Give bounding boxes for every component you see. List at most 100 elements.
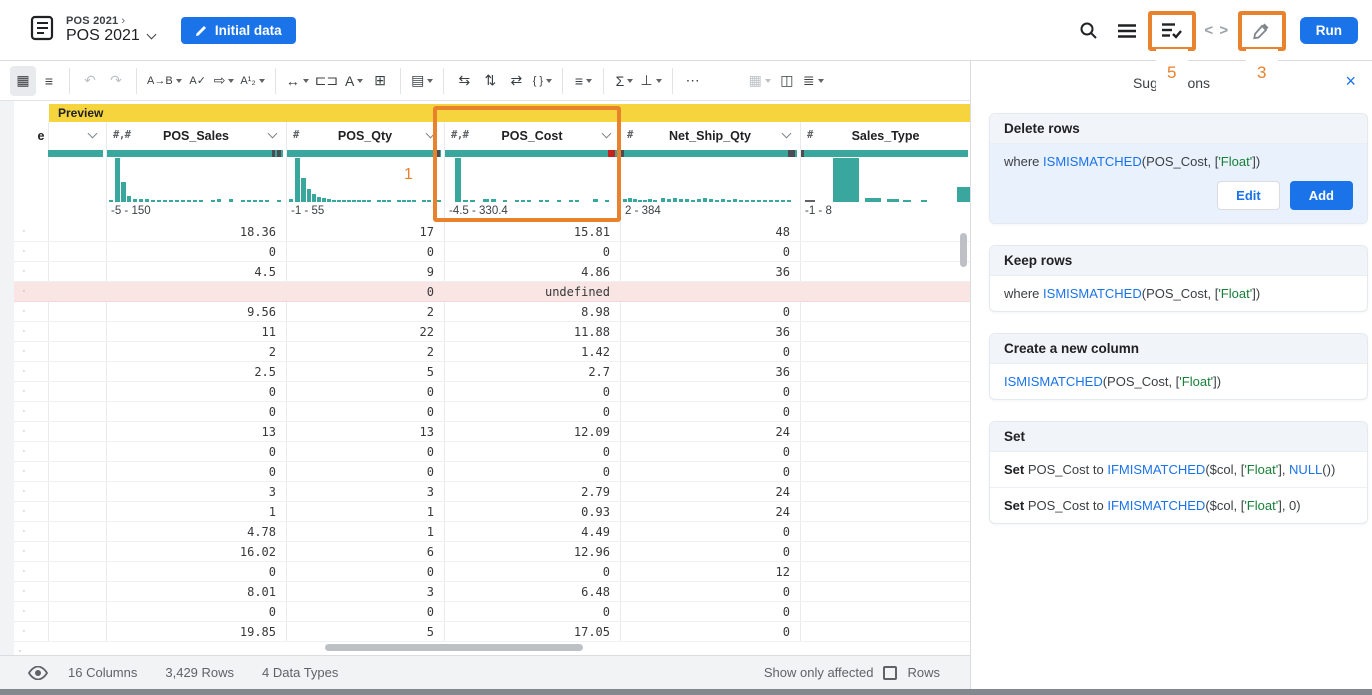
- column-header[interactable]: POS_Sales: [107, 122, 285, 150]
- table-cell[interactable]: 0: [287, 602, 443, 622]
- table-cell[interactable]: 22: [287, 322, 443, 342]
- histogram-bar[interactable]: [727, 200, 731, 202]
- column-histogram[interactable]: [445, 158, 619, 202]
- table-cell[interactable]: 8.98: [445, 302, 619, 322]
- suggestion-option[interactable]: where ISMISMATCHED(POS_Cost, ['Float']): [990, 276, 1367, 311]
- histogram-bar[interactable]: [247, 200, 251, 202]
- histogram-bar[interactable]: [367, 200, 371, 202]
- column-header[interactable]: Net_Ship_Qty: [621, 122, 799, 150]
- histogram-bar[interactable]: [193, 200, 197, 202]
- table-cell[interactable]: 12: [621, 562, 799, 582]
- histogram-bar[interactable]: [301, 178, 306, 202]
- table-cell[interactable]: 6: [287, 542, 443, 562]
- histogram-bar[interactable]: [503, 200, 507, 202]
- table-cell[interactable]: 13: [287, 422, 443, 442]
- table-cell[interactable]: undefined: [445, 282, 619, 302]
- histogram-bar[interactable]: [470, 200, 475, 202]
- column-count[interactable]: 16 Columns: [68, 665, 137, 680]
- histogram-bar[interactable]: [903, 200, 911, 202]
- table-cell[interactable]: 4.5: [107, 262, 285, 282]
- histogram-bar[interactable]: [667, 199, 671, 202]
- histogram-bar[interactable]: [121, 182, 126, 202]
- table-cell[interactable]: 0: [621, 382, 799, 402]
- histogram-bar[interactable]: [332, 200, 336, 202]
- table-cell[interactable]: 0: [107, 562, 285, 582]
- title-dropdown-icon[interactable]: [146, 29, 156, 39]
- table-cell[interactable]: 9.56: [107, 302, 285, 322]
- table-row[interactable]: ·0000: [14, 462, 970, 482]
- pivot-icon[interactable]: ⇆: [451, 66, 477, 96]
- histogram-bar[interactable]: [347, 200, 351, 202]
- histogram-bar[interactable]: [463, 200, 468, 202]
- histogram-bar[interactable]: [515, 200, 519, 202]
- table-cell[interactable]: 0: [621, 522, 799, 542]
- histogram-bar[interactable]: [163, 200, 167, 202]
- table-row[interactable]: ·221.420: [14, 342, 970, 362]
- join-icon[interactable]: ⊥: [637, 66, 664, 96]
- histogram-bar[interactable]: [127, 196, 131, 202]
- table-cell[interactable]: 0: [621, 342, 799, 362]
- histogram-bar[interactable]: [377, 200, 381, 202]
- table-cell[interactable]: 0: [287, 562, 443, 582]
- table-cell[interactable]: 0: [107, 402, 285, 422]
- table-row[interactable]: ·2.552.736: [14, 362, 970, 382]
- view-details-icon[interactable]: ◫: [774, 66, 800, 96]
- table-cell[interactable]: 12.96: [445, 542, 619, 562]
- histogram-bar[interactable]: [307, 189, 311, 202]
- column-header[interactable]: e: [31, 122, 51, 150]
- row-count[interactable]: 3,429 Rows: [165, 665, 234, 680]
- histogram-bar[interactable]: [139, 199, 143, 202]
- column-header[interactable]: POS_Qty: [287, 122, 443, 150]
- format-text-icon[interactable]: A: [341, 66, 367, 96]
- histogram-bar[interactable]: [342, 200, 346, 202]
- column-header[interactable]: Sales_Type: [801, 122, 970, 150]
- table-cell[interactable]: 5: [287, 622, 443, 642]
- histogram-bar[interactable]: [337, 200, 341, 202]
- histogram-bar[interactable]: [357, 200, 361, 202]
- histogram-bar[interactable]: [757, 200, 761, 202]
- table-cell[interactable]: 2.7: [445, 362, 619, 382]
- histogram-bar[interactable]: [312, 194, 316, 202]
- table-cell[interactable]: 4.49: [445, 522, 619, 542]
- table-cell[interactable]: 11.88: [445, 322, 619, 342]
- histogram-bar[interactable]: [648, 199, 652, 202]
- eyedropper-icon[interactable]: [1249, 18, 1275, 44]
- table-cell[interactable]: 0: [445, 382, 619, 402]
- histogram-bar[interactable]: [387, 200, 391, 202]
- column-menu-icon[interactable]: [88, 129, 98, 139]
- histogram-bar[interactable]: [109, 200, 113, 202]
- histogram-bar[interactable]: [253, 200, 257, 202]
- histogram-bar[interactable]: [643, 200, 647, 202]
- table-cell[interactable]: 0: [445, 442, 619, 462]
- unpivot-icon[interactable]: ⇅: [477, 66, 503, 96]
- table-cell[interactable]: 0: [287, 242, 443, 262]
- histogram-bar[interactable]: [703, 198, 707, 202]
- table-cell[interactable]: 48: [621, 222, 799, 242]
- histogram-bar[interactable]: [545, 200, 549, 202]
- histogram-bar[interactable]: [187, 200, 191, 202]
- table-layout-icon[interactable]: ▤: [408, 66, 436, 96]
- histogram-bar[interactable]: [633, 199, 637, 202]
- histogram-bar[interactable]: [241, 200, 245, 202]
- split-column-icon[interactable]: ↔: [283, 66, 312, 96]
- histogram-bar[interactable]: [769, 200, 773, 202]
- histogram-bar[interactable]: [721, 199, 725, 202]
- vertical-scrollbar[interactable]: [960, 233, 967, 267]
- table-cell[interactable]: 0: [621, 442, 799, 462]
- histogram-bar[interactable]: [169, 200, 173, 202]
- histogram-bar[interactable]: [402, 200, 406, 202]
- histogram-bar[interactable]: [957, 187, 970, 202]
- table-row[interactable]: ·4.594.8636: [14, 262, 970, 282]
- histogram-bar[interactable]: [638, 200, 642, 202]
- table-cell[interactable]: 2.5: [107, 362, 285, 382]
- table-cell[interactable]: 0: [287, 382, 443, 402]
- number-format-icon[interactable]: A¹₂: [237, 66, 267, 96]
- table-cell[interactable]: 0: [445, 602, 619, 622]
- histogram-bar[interactable]: [569, 200, 573, 202]
- table-cell[interactable]: 36: [621, 362, 799, 382]
- rename-columns-icon[interactable]: A→B: [144, 66, 185, 96]
- histogram-bar[interactable]: [679, 199, 683, 202]
- table-cell[interactable]: 16.02: [107, 542, 285, 562]
- histogram-bar[interactable]: [295, 158, 300, 202]
- histogram-bar[interactable]: [715, 200, 719, 202]
